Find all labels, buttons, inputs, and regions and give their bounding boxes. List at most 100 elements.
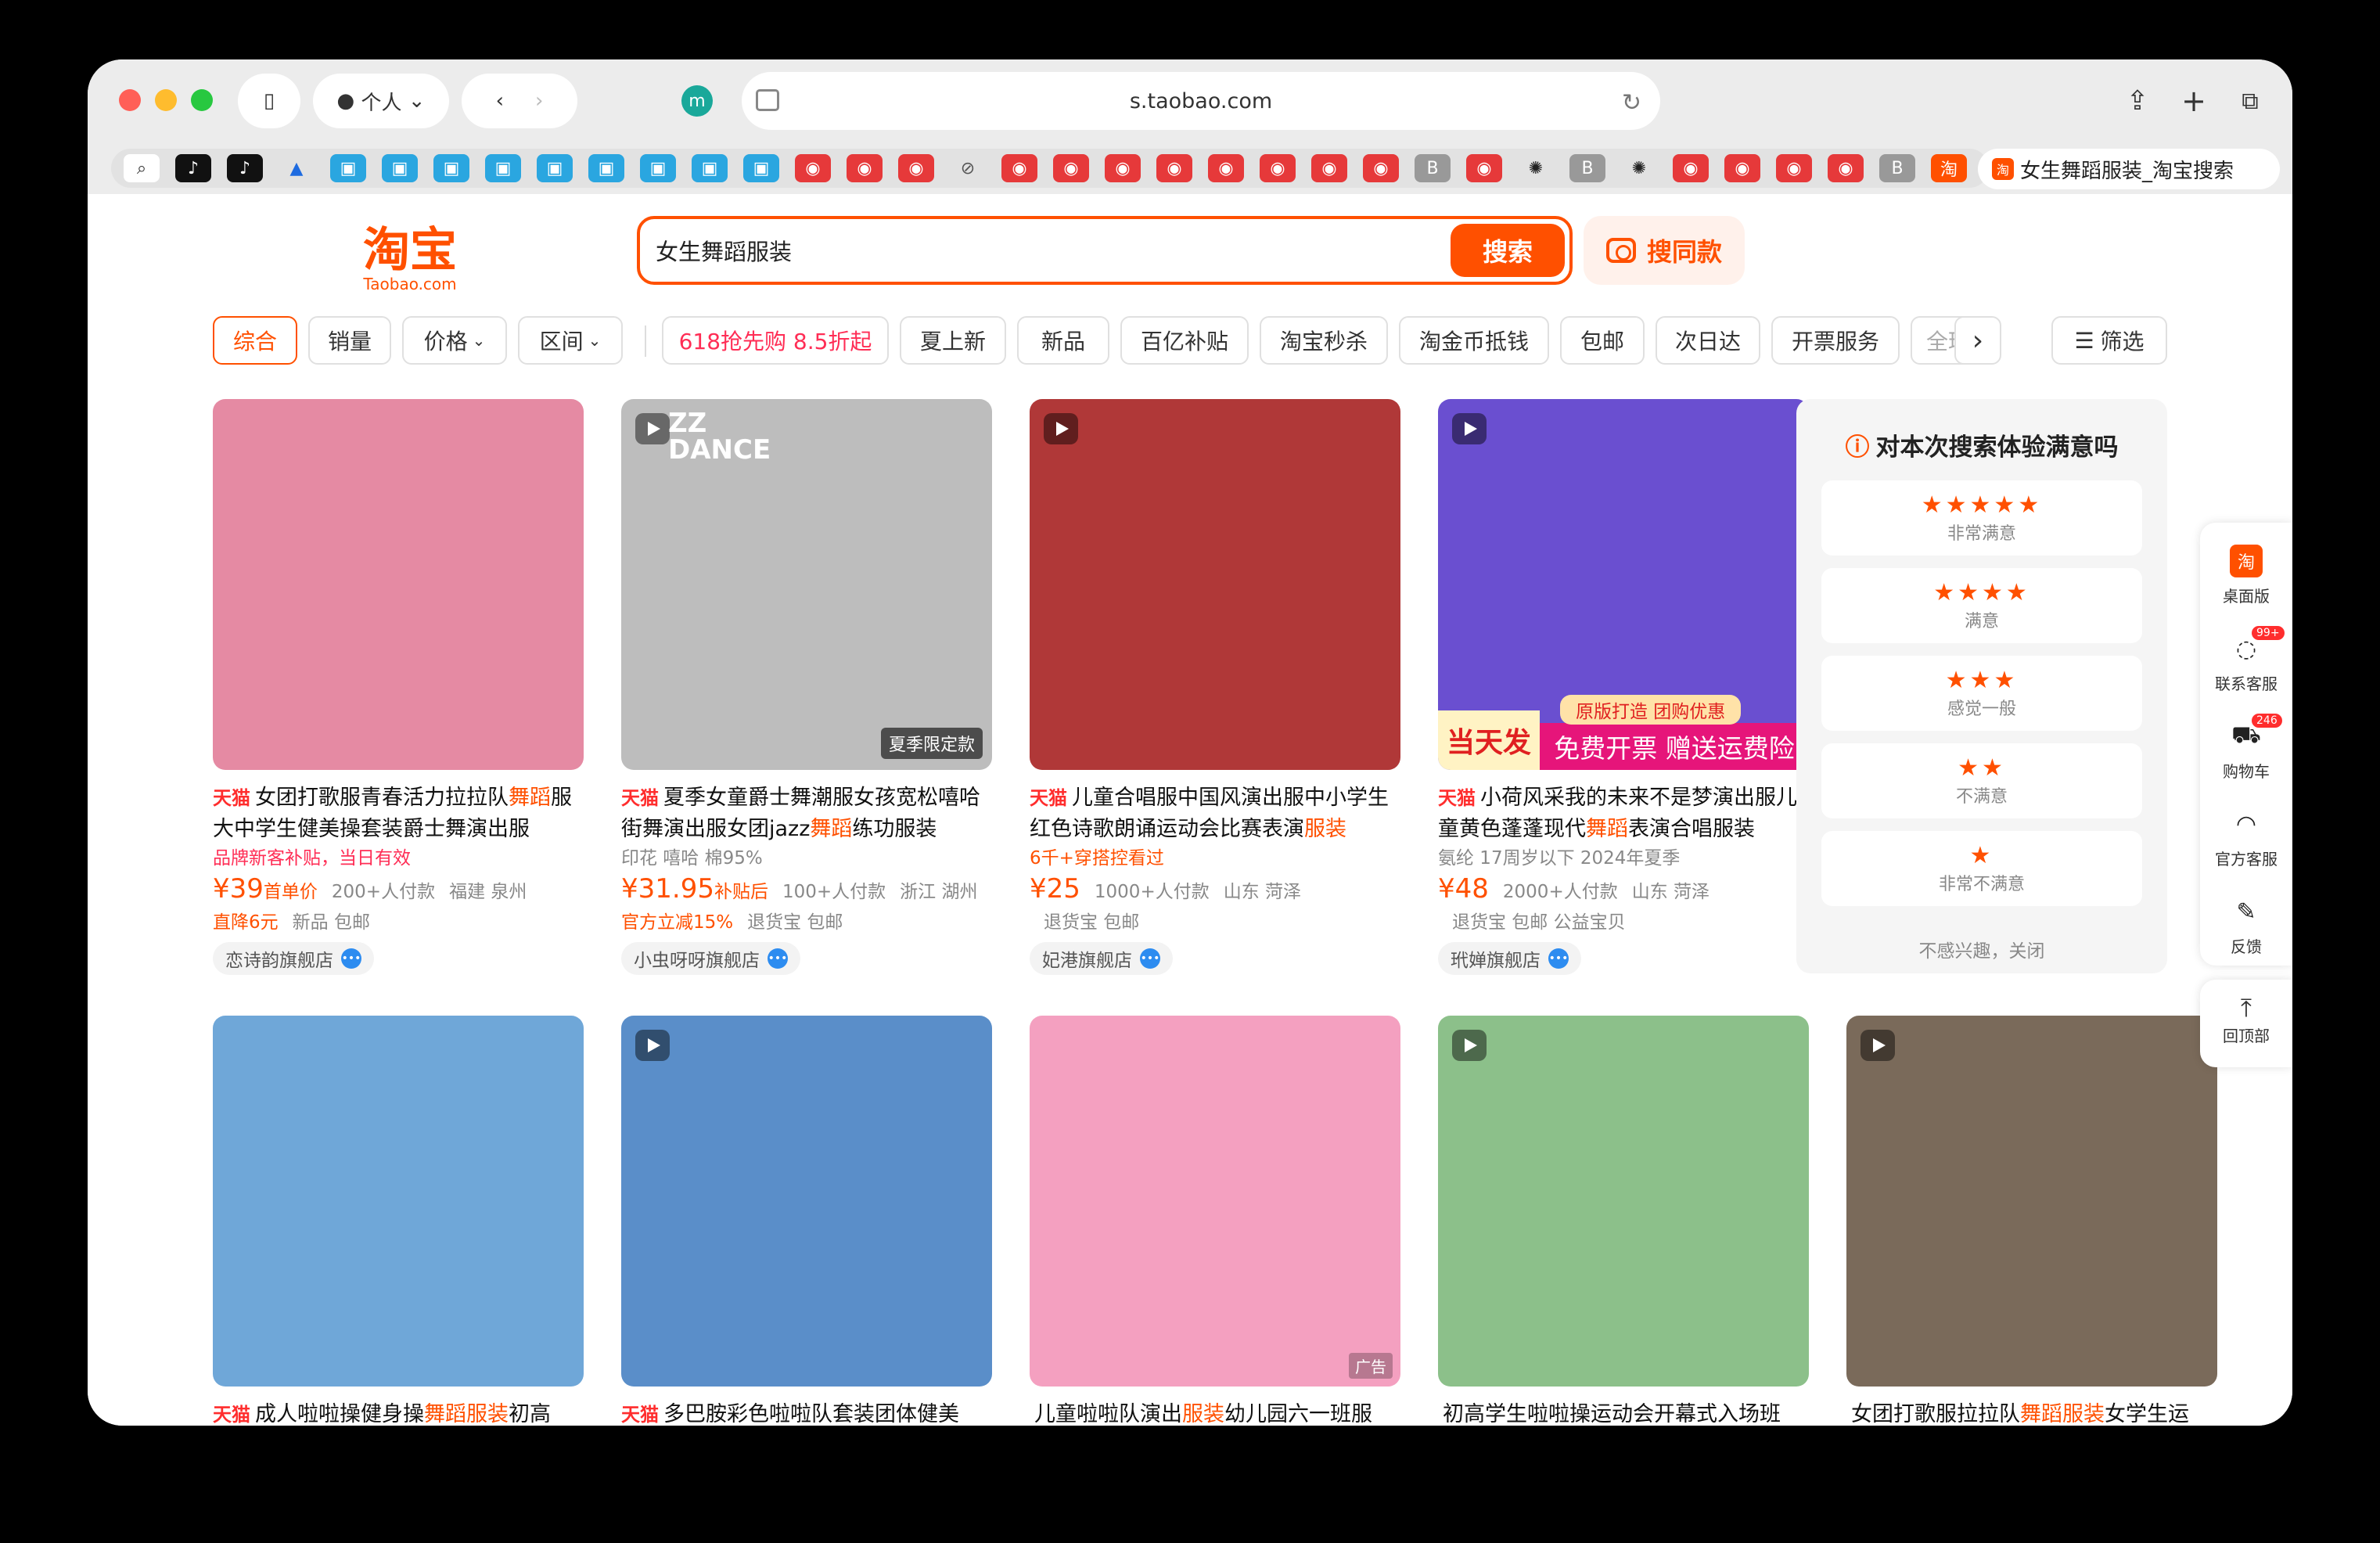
tag-chip[interactable]: 新品 [1017, 316, 1109, 365]
image-search-button[interactable]: 搜同款 [1584, 216, 1745, 285]
product-card[interactable]: 天猫 成人啦啦操健身操舞蹈服装初高 [213, 1016, 584, 1426]
weibo-icon[interactable]: ◉ [847, 154, 883, 182]
weibo-icon[interactable]: ◉ [1105, 154, 1141, 182]
share-icon[interactable]: ⇪ [2114, 74, 2161, 128]
forward-icon[interactable]: › [535, 89, 543, 113]
product-image[interactable] [621, 1016, 992, 1387]
bilibili-icon[interactable]: ▣ [433, 154, 469, 182]
bilibili-icon[interactable]: ▣ [537, 154, 573, 182]
product-card[interactable]: 天猫 儿童合唱服中国风演出服中小学生红色诗歌朗诵运动会比赛表演服装 6千+穿搭控看过… [1030, 399, 1400, 975]
b-site-icon[interactable]: B [1415, 154, 1451, 182]
weibo-icon[interactable]: ◉ [1466, 154, 1502, 182]
product-image[interactable]: ZZ DANCE 夏季限定款 [621, 399, 992, 770]
b-site-icon[interactable]: B [1879, 154, 1915, 182]
promo-chip[interactable]: 618抢先购 8.5折起 [662, 316, 889, 365]
feedback-option-5[interactable]: ★★★★★ 非常满意 [1821, 480, 2142, 556]
taobao-icon[interactable]: 淘 [1931, 154, 1967, 182]
search-button[interactable]: 搜索 [1451, 224, 1565, 277]
product-title[interactable]: 女团打歌服拉拉队舞蹈服装女学生运 [1846, 1399, 2217, 1426]
product-card[interactable]: ZZ DANCE 夏季限定款天猫 夏季女童爵士舞潮服女孩宽松嘻哈街舞演出服女团jaz… [621, 399, 992, 975]
tag-chip[interactable]: 开票服务 [1771, 316, 1900, 365]
zoom-window-button[interactable] [191, 89, 213, 111]
product-title[interactable]: 儿童啦啦队演出服装幼儿园六一班服 [1030, 1399, 1400, 1426]
product-card[interactable]: 初高学生啦啦操运动会开幕式入场班 [1438, 1016, 1809, 1426]
product-title[interactable]: 初高学生啦啦操运动会开幕式入场班 [1438, 1399, 1809, 1426]
feedback-button[interactable]: ✎ 反馈 [2200, 895, 2292, 957]
play-icon[interactable] [1860, 1030, 1895, 1061]
play-icon[interactable] [1452, 1030, 1487, 1061]
tag-chip[interactable]: 夏上新 [900, 316, 1006, 365]
bilibili-icon[interactable]: ▣ [588, 154, 624, 182]
tag-chip[interactable]: 包邮 [1560, 316, 1645, 365]
shop-link[interactable]: 小虫呀呀旗舰店 ••• [621, 942, 800, 975]
sort-sales[interactable]: 销量 [308, 316, 391, 365]
b-site-icon[interactable]: B [1569, 154, 1605, 182]
product-image[interactable]: 广告 [1030, 1016, 1400, 1387]
bilibili-icon[interactable]: ▣ [330, 154, 366, 182]
product-image[interactable] [213, 1016, 584, 1387]
product-image[interactable] [1846, 1016, 2217, 1387]
feedback-option-1[interactable]: ★ 非常不满意 [1821, 831, 2142, 906]
product-card[interactable]: 广告儿童啦啦队演出服装幼儿园六一班服 [1030, 1016, 1400, 1426]
tag-chip[interactable]: 淘宝秒杀 [1260, 316, 1388, 365]
bilibili-icon[interactable]: ▣ [692, 154, 728, 182]
bilibili-icon[interactable]: ▣ [485, 154, 521, 182]
weibo-icon[interactable]: ◉ [1001, 154, 1037, 182]
address-bar[interactable]: s.taobao.com ↻ [742, 72, 1660, 130]
play-icon[interactable] [635, 413, 670, 444]
feedback-close-link[interactable]: 不感兴趣，关闭 [1796, 936, 2167, 962]
weibo-icon[interactable]: ◉ [1363, 154, 1399, 182]
product-title[interactable]: 天猫 小荷风采我的未来不是梦演出服儿童黄色蓬蓬现代舞蹈表演合唱服装 [1438, 782, 1809, 845]
tag-chip[interactable]: 淘金币抵钱 [1399, 316, 1549, 365]
product-card[interactable]: 天猫 女团打歌服青春活力拉拉队舞蹈服大中学生健美操套装爵士舞演出服 品牌新客补贴，当… [213, 399, 584, 975]
chat-icon[interactable]: ••• [768, 948, 788, 969]
taobao-logo[interactable]: 淘宝 Taobao.com [363, 225, 457, 293]
product-title[interactable]: 天猫 多巴胺彩色啦啦队套装团体健美 [621, 1399, 992, 1426]
product-image[interactable] [213, 399, 584, 770]
product-title[interactable]: 天猫 女团打歌服青春活力拉拉队舞蹈服大中学生健美操套装爵士舞演出服 [213, 782, 584, 845]
bilibili-icon[interactable]: ▣ [743, 154, 779, 182]
chevron-right-icon[interactable]: › [1954, 316, 2001, 365]
reload-icon[interactable]: ↻ [1622, 89, 1641, 117]
product-image[interactable] [1030, 399, 1400, 770]
tag-chip[interactable]: 次日达 [1656, 316, 1760, 365]
tab-overview-icon[interactable]: ⧉ [2227, 74, 2274, 128]
shop-link[interactable]: 玳婵旗舰店 ••• [1438, 942, 1581, 975]
cart-button[interactable]: ⛟ 246 购物车 [2200, 714, 2292, 782]
weibo-icon[interactable]: ◉ [1776, 154, 1812, 182]
tag-chip[interactable]: 百亿补贴 [1120, 316, 1249, 365]
chat-icon[interactable]: ••• [341, 948, 361, 969]
play-icon[interactable] [635, 1030, 670, 1061]
filter-button[interactable]: ☰ 筛选 [2051, 316, 2167, 365]
product-title[interactable]: 天猫 夏季女童爵士舞潮服女孩宽松嘻哈街舞演出服女团jazz舞蹈练功服装 [621, 782, 992, 845]
profile-button[interactable]: ● 个人 ⌄ [313, 74, 449, 128]
price-range[interactable]: 区间 ⌄ [518, 316, 623, 365]
search-input[interactable] [656, 230, 1438, 271]
minimize-window-button[interactable] [155, 89, 177, 111]
openai-icon[interactable]: ✺ [1621, 154, 1657, 182]
weibo-icon[interactable]: ◉ [1260, 154, 1296, 182]
app-icon[interactable]: ▲ [279, 154, 315, 182]
new-tab-icon[interactable]: + [2170, 74, 2217, 128]
close-window-button[interactable] [119, 89, 141, 111]
weibo-icon[interactable]: ◉ [1828, 154, 1864, 182]
weibo-icon[interactable]: ◉ [1311, 154, 1347, 182]
product-image[interactable] [1438, 1016, 1809, 1387]
openai-icon[interactable]: ✺ [1518, 154, 1554, 182]
weibo-icon[interactable]: ◉ [1673, 154, 1709, 182]
product-card[interactable]: 天猫 多巴胺彩色啦啦队套装团体健美 [621, 1016, 992, 1426]
product-card[interactable]: 女团打歌服拉拉队舞蹈服装女学生运 [1846, 1016, 2217, 1426]
weibo-icon[interactable]: ◉ [898, 154, 934, 182]
bilibili-icon[interactable]: ▣ [382, 154, 418, 182]
product-title[interactable]: 天猫 儿童合唱服中国风演出服中小学生红色诗歌朗诵运动会比赛表演服装 [1030, 782, 1400, 845]
weibo-icon[interactable]: ◉ [1208, 154, 1244, 182]
back-icon[interactable]: ‹ [496, 89, 504, 113]
shop-link[interactable]: 妃港旗舰店 ••• [1030, 942, 1173, 975]
play-icon[interactable] [1452, 413, 1487, 444]
active-tab[interactable]: 淘 女生舞蹈服装_淘宝搜索 [1978, 149, 2280, 189]
weibo-icon[interactable]: ◉ [1053, 154, 1089, 182]
product-card[interactable]: 当天发 免费开票 赠送运费险 原版打造 团购优惠天猫 小荷风采我的未来不是梦演出服儿童… [1438, 399, 1809, 975]
feedback-option-3[interactable]: ★★★ 感觉一般 [1821, 656, 2142, 731]
product-image[interactable]: 当天发 免费开票 赠送运费险 原版打造 团购优惠 [1438, 399, 1809, 770]
chat-icon[interactable]: ••• [1548, 948, 1569, 969]
